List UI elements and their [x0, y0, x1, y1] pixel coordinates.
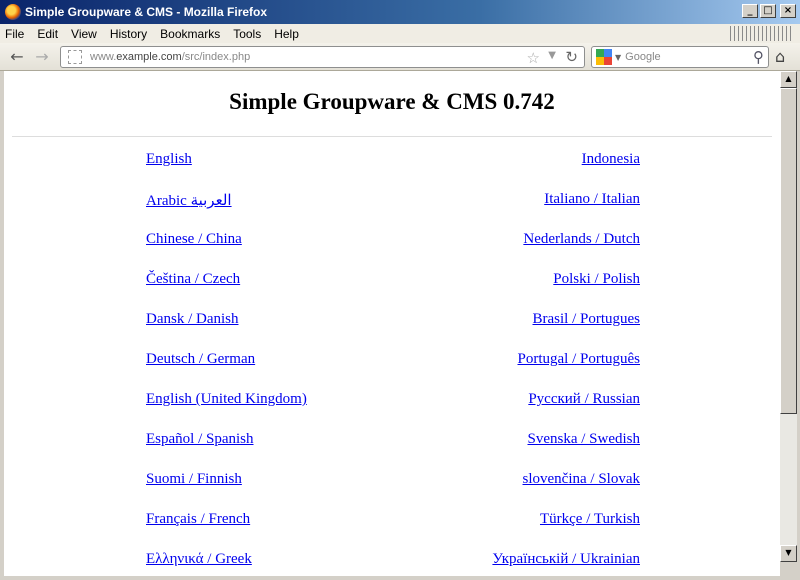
maximize-button[interactable]: □ — [760, 4, 776, 18]
language-link-polish[interactable]: Polski / Polish — [553, 271, 640, 288]
menu-edit[interactable]: Edit — [37, 27, 58, 41]
title-bar[interactable]: Simple Groupware & CMS - Mozilla Firefox… — [0, 0, 800, 24]
menu-help[interactable]: Help — [274, 27, 299, 41]
language-row: Suomi / Finnish slovenčina / Slovak — [146, 471, 640, 511]
google-icon[interactable] — [596, 49, 612, 65]
language-row: Français / French Türkçe / Turkish — [146, 511, 640, 551]
language-link-german[interactable]: Deutsch / German — [146, 351, 255, 368]
menu-history[interactable]: History — [110, 27, 147, 41]
language-link-spanish[interactable]: Español / Spanish — [146, 431, 254, 448]
url-text[interactable]: www.example.com/src/index.php — [90, 51, 250, 63]
search-icon[interactable]: ⚲ — [753, 48, 764, 66]
vertical-scrollbar[interactable]: ▲ ▼ — [780, 71, 797, 562]
search-engine-dropdown-icon[interactable]: ▼ — [615, 53, 621, 62]
navigation-toolbar: ← → www.example.com/src/index.php ☆ ▼ ↻ … — [0, 43, 800, 71]
scroll-down-button[interactable]: ▼ — [780, 545, 797, 562]
close-button[interactable]: × — [780, 4, 796, 18]
language-row: English (United Kingdom) Русский / Russi… — [146, 391, 640, 431]
scroll-thumb[interactable] — [780, 88, 797, 414]
window-bottom-edge — [0, 576, 800, 580]
forward-button[interactable]: → — [33, 48, 51, 66]
language-row: English Indonesia — [146, 151, 640, 191]
language-link-portuguese[interactable]: Portugal / Português — [518, 351, 641, 368]
window-controls: _ □ × — [740, 4, 796, 18]
minimize-button[interactable]: _ — [742, 4, 758, 18]
language-row: Chinese / China Nederlands / Dutch — [146, 231, 640, 271]
language-link-danish[interactable]: Dansk / Danish — [146, 311, 239, 328]
reload-icon[interactable]: ↻ — [565, 48, 578, 66]
language-link-ukrainian[interactable]: Українській / Ukrainian — [492, 551, 640, 568]
menu-bookmarks[interactable]: Bookmarks — [160, 27, 220, 41]
page-content: Simple Groupware & CMS 0.742 English Ind… — [4, 71, 780, 576]
window-title: Simple Groupware & CMS - Mozilla Firefox — [25, 5, 268, 19]
menu-tools[interactable]: Tools — [233, 27, 261, 41]
language-link-dutch[interactable]: Nederlands / Dutch — [523, 231, 640, 248]
language-link-russian[interactable]: Русский / Russian — [528, 391, 640, 408]
language-row: Čeština / Czech Polski / Polish — [146, 271, 640, 311]
language-link-slovak[interactable]: slovenčina / Slovak — [523, 471, 640, 488]
page-title: Simple Groupware & CMS 0.742 — [229, 89, 555, 114]
language-link-english-uk[interactable]: English (United Kingdom) — [146, 391, 307, 408]
language-link-brazilian-portuguese[interactable]: Brasil / Portugues — [533, 311, 641, 328]
language-link-indonesia[interactable]: Indonesia — [582, 151, 640, 168]
url-bar[interactable]: www.example.com/src/index.php ☆ ▼ ↻ — [60, 46, 585, 68]
toolbar-grip — [730, 26, 792, 41]
language-link-chinese[interactable]: Chinese / China — [146, 231, 242, 248]
resize-grip[interactable] — [780, 562, 797, 576]
url-path: /src/index.php — [181, 51, 251, 63]
language-row: Deutsch / German Portugal / Português — [146, 351, 640, 391]
search-input[interactable]: Google — [625, 51, 660, 63]
language-row: Arabic العربية Italiano / Italian — [146, 191, 640, 231]
language-list: English Indonesia Arabic العربية Italian… — [146, 151, 640, 576]
menu-file[interactable]: File — [5, 27, 24, 41]
language-link-italian[interactable]: Italiano / Italian — [544, 191, 640, 208]
scroll-up-button[interactable]: ▲ — [780, 71, 797, 88]
language-link-english[interactable]: English — [146, 151, 192, 168]
language-row: Ελληνικά / Greek Українській / Ukrainian — [146, 551, 640, 576]
firefox-icon[interactable] — [5, 4, 21, 20]
menu-view[interactable]: View — [71, 27, 97, 41]
language-link-finnish[interactable]: Suomi / Finnish — [146, 471, 242, 488]
url-prefix: www. — [90, 51, 117, 63]
page-favicon-icon — [68, 50, 82, 64]
menu-bar: File Edit View History Bookmarks Tools H… — [0, 24, 800, 43]
url-host: example.com — [116, 51, 182, 63]
language-link-czech[interactable]: Čeština / Czech — [146, 271, 240, 288]
language-link-greek[interactable]: Ελληνικά / Greek — [146, 551, 252, 568]
bookmark-star-icon[interactable]: ☆ — [527, 49, 540, 67]
back-button[interactable]: ← — [8, 48, 26, 66]
divider — [12, 136, 772, 137]
search-bar[interactable]: ▼ Google ⚲ — [591, 46, 769, 68]
language-link-french[interactable]: Français / French — [146, 511, 250, 528]
language-link-arabic[interactable]: Arabic العربية — [146, 191, 232, 210]
language-row: Español / Spanish Svenska / Swedish — [146, 431, 640, 471]
url-history-dropdown-icon[interactable]: ▼ — [548, 50, 556, 61]
language-link-swedish[interactable]: Svenska / Swedish — [528, 431, 641, 448]
home-button[interactable]: ⌂ — [775, 47, 785, 66]
language-row: Dansk / Danish Brasil / Portugues — [146, 311, 640, 351]
language-link-turkish[interactable]: Türkçe / Turkish — [540, 511, 640, 528]
